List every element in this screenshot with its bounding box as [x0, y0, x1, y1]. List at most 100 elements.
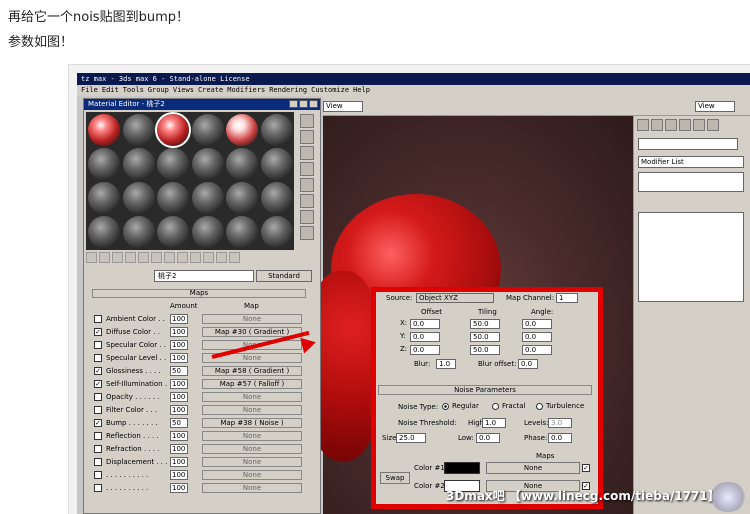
assign-material-icon[interactable]	[112, 252, 123, 263]
options-icon[interactable]	[300, 210, 314, 224]
sample-slot[interactable]	[191, 182, 224, 214]
low-field[interactable]: 0.0	[476, 433, 500, 443]
map-enable-checkbox[interactable]	[94, 315, 102, 323]
motion-tab-icon[interactable]	[679, 119, 691, 131]
get-material-icon[interactable]	[86, 252, 97, 263]
close-icon[interactable]	[309, 100, 318, 108]
sample-type-icon[interactable]	[300, 114, 314, 128]
sample-slot[interactable]	[122, 182, 155, 214]
make-preview-icon[interactable]	[300, 194, 314, 208]
map-amount-field[interactable]: 100	[170, 483, 188, 493]
map-enable-checkbox[interactable]	[94, 354, 102, 362]
modifier-list[interactable]: Modifier List	[638, 156, 744, 168]
map-slot-button[interactable]: None	[202, 444, 302, 454]
modify-tab-icon[interactable]	[651, 119, 663, 131]
sample-slot[interactable]	[260, 182, 293, 214]
sample-slot[interactable]	[226, 182, 258, 214]
angle-field[interactable]: 0.0	[522, 332, 552, 342]
map-amount-field[interactable]: 100	[170, 392, 188, 402]
sample-slot[interactable]	[122, 148, 155, 180]
sample-slot[interactable]	[260, 114, 293, 146]
map-slot-button[interactable]: Map #57 ( Falloff )	[202, 379, 302, 389]
show-map-icon[interactable]	[190, 252, 201, 263]
menu-item[interactable]: Help	[353, 86, 370, 94]
high-field[interactable]: 1.0	[482, 418, 506, 428]
map-enable-checkbox[interactable]	[94, 471, 102, 479]
menu-item[interactable]: Group	[148, 86, 169, 94]
map-amount-field[interactable]: 50	[170, 366, 188, 376]
map-enable-checkbox[interactable]	[94, 484, 102, 492]
maps-rollout-header[interactable]: Maps	[92, 289, 306, 298]
tiling-field[interactable]: 50.0	[470, 319, 500, 329]
make-unique-icon[interactable]	[151, 252, 162, 263]
menu-item[interactable]: Customize	[311, 86, 349, 94]
map-enable-checkbox[interactable]: ✓	[94, 380, 102, 388]
video-check-icon[interactable]	[300, 178, 314, 192]
angle-field[interactable]: 0.0	[522, 319, 552, 329]
map-amount-field[interactable]: 100	[170, 340, 188, 350]
select-by-material-icon[interactable]	[300, 226, 314, 240]
minimize-icon[interactable]	[289, 100, 298, 108]
create-tab-icon[interactable]	[637, 119, 649, 131]
noise-parameters-header[interactable]: Noise Parameters	[378, 385, 592, 395]
map-slot-button[interactable]: None	[202, 483, 302, 493]
display-tab-icon[interactable]	[693, 119, 705, 131]
menu-item[interactable]: Views	[173, 86, 194, 94]
material-type-button[interactable]: Standard	[256, 270, 312, 282]
map-slot-button[interactable]: None	[202, 431, 302, 441]
menu-item[interactable]: Tools	[123, 86, 144, 94]
material-id-icon[interactable]	[177, 252, 188, 263]
modifier-stack[interactable]	[638, 172, 744, 192]
sample-slot[interactable]	[157, 148, 189, 180]
sample-slot[interactable]	[88, 148, 120, 180]
source-dropdown[interactable]: Object XYZ	[416, 293, 494, 303]
map-enable-checkbox[interactable]: ✓	[94, 419, 102, 427]
sample-slot[interactable]	[226, 114, 258, 146]
noise-type-turbulence[interactable]: Turbulence	[536, 402, 584, 410]
make-copy-icon[interactable]	[138, 252, 149, 263]
reset-map-icon[interactable]	[125, 252, 136, 263]
map-amount-field[interactable]: 100	[170, 470, 188, 480]
map-enable-checkbox[interactable]	[94, 393, 102, 401]
sample-slot[interactable]	[191, 216, 224, 248]
sample-slot[interactable]	[88, 182, 120, 214]
sample-slot[interactable]	[155, 112, 191, 148]
sample-slot[interactable]	[88, 216, 120, 248]
maximize-icon[interactable]	[299, 100, 308, 108]
blur-offset-field[interactable]: 0.0	[518, 359, 538, 369]
color1-map-button[interactable]: None	[486, 462, 580, 474]
map-amount-field[interactable]: 100	[170, 457, 188, 467]
view-select-left[interactable]: View	[323, 101, 363, 112]
menu-item[interactable]: Create	[198, 86, 223, 94]
hierarchy-tab-icon[interactable]	[665, 119, 677, 131]
menu-item[interactable]: Rendering	[269, 86, 307, 94]
put-to-library-icon[interactable]	[164, 252, 175, 263]
color1-swatch[interactable]	[444, 462, 480, 474]
view-select-right[interactable]: View	[695, 101, 735, 112]
map-slot-button[interactable]: None	[202, 405, 302, 415]
angle-field[interactable]: 0.0	[522, 345, 552, 355]
show-end-result-icon[interactable]	[203, 252, 214, 263]
menu-item[interactable]: Modifiers	[227, 86, 265, 94]
sample-slot[interactable]	[122, 114, 155, 146]
menu-item[interactable]: File	[81, 86, 98, 94]
map-slot-button[interactable]: Map #58 ( Gradient )	[202, 366, 302, 376]
offset-field[interactable]: 0.0	[410, 345, 440, 355]
map-amount-field[interactable]: 50	[170, 418, 188, 428]
map-enable-checkbox[interactable]	[94, 341, 102, 349]
uv-tiling-icon[interactable]	[300, 162, 314, 176]
phase-field[interactable]: 0.0	[548, 433, 572, 443]
backlight-icon[interactable]	[300, 130, 314, 144]
size-field[interactable]: 25.0	[396, 433, 426, 443]
map-slot-button[interactable]: None	[202, 314, 302, 324]
go-forward-icon[interactable]	[229, 252, 240, 263]
sample-slot[interactable]	[226, 216, 258, 248]
map-amount-field[interactable]: 100	[170, 314, 188, 324]
sample-slot[interactable]	[157, 182, 189, 214]
object-name-field[interactable]	[638, 138, 738, 150]
utilities-tab-icon[interactable]	[707, 119, 719, 131]
map-amount-field[interactable]: 100	[170, 444, 188, 454]
map-enable-checkbox[interactable]	[94, 458, 102, 466]
sample-slot[interactable]	[157, 216, 189, 248]
background-icon[interactable]	[300, 146, 314, 160]
